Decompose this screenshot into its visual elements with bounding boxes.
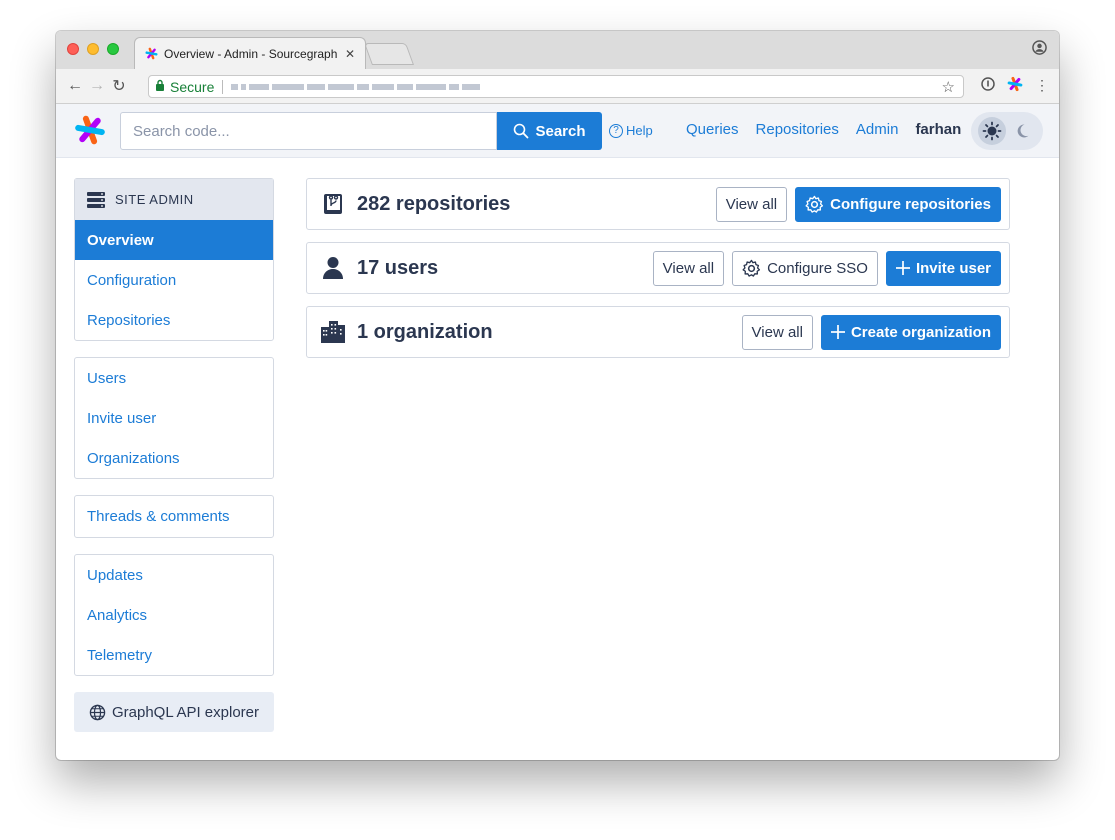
sidebar-group-site: SITE ADMIN Overview Configuration Reposi… — [74, 178, 274, 341]
users-count-title: 17 users — [357, 256, 439, 279]
sidebar-item-analytics[interactable]: Analytics — [75, 595, 273, 635]
admin-sidebar: SITE ADMIN Overview Configuration Reposi… — [74, 178, 274, 732]
sidebar-item-repositories[interactable]: Repositories — [75, 300, 273, 340]
browser-tab[interactable]: Overview - Admin - Sourcegraph ✕ — [134, 37, 366, 69]
help-label: Help — [626, 123, 653, 138]
search-button[interactable]: Search — [497, 112, 602, 150]
sourcegraph-extension-icon[interactable] — [1007, 76, 1023, 95]
user-icon — [321, 256, 345, 280]
extension-icons: ⋮ — [981, 76, 1049, 95]
sidebar-header: SITE ADMIN — [75, 179, 273, 220]
globe-icon — [89, 704, 106, 720]
organizations-card: 1 organization View all Create organizat… — [306, 306, 1010, 358]
sidebar-item-overview[interactable]: Overview — [75, 220, 273, 260]
configure-repositories-label: Configure repositories — [830, 195, 991, 213]
graphql-explorer-label: GraphQL API explorer — [111, 703, 260, 721]
search-input[interactable] — [120, 112, 497, 150]
theme-toggle[interactable] — [971, 112, 1043, 150]
forward-arrow-icon[interactable]: → — [86, 77, 108, 95]
sidebar-item-users[interactable]: Users — [75, 358, 273, 398]
question-circle-icon: ? — [609, 123, 623, 138]
profile-icon[interactable] — [1032, 40, 1047, 59]
nav-link-admin[interactable]: Admin — [856, 121, 899, 138]
tab-strip: Overview - Admin - Sourcegraph ✕ — [56, 31, 1059, 69]
help-link[interactable]: ? Help — [609, 123, 653, 138]
nav-link-queries[interactable]: Queries — [686, 121, 739, 138]
sidebar-group-system: Updates Analytics Telemetry — [74, 554, 274, 676]
users-view-all-button[interactable]: View all — [652, 250, 725, 286]
repositories-view-all-button[interactable]: View all — [715, 186, 788, 222]
configure-repositories-button[interactable]: Configure repositories — [795, 186, 1001, 222]
lock-icon — [155, 79, 165, 94]
sun-icon[interactable] — [978, 117, 1006, 145]
sidebar-item-organizations[interactable]: Organizations — [75, 438, 273, 478]
reload-icon[interactable]: ↻ — [108, 76, 130, 96]
browser-window: Overview - Admin - Sourcegraph ✕ ← → ↻ S… — [56, 31, 1059, 760]
sidebar-group-users: Users Invite user Organizations — [74, 357, 274, 479]
nav-links: Queries Repositories Admin farhan — [686, 121, 961, 138]
sidebar-item-updates[interactable]: Updates — [75, 555, 273, 595]
graphql-explorer-button[interactable]: GraphQL API explorer — [74, 692, 274, 732]
plus-icon — [830, 325, 845, 339]
invite-user-label: Invite user — [915, 259, 991, 277]
gear-icon — [742, 259, 761, 277]
plus-icon — [895, 261, 910, 275]
sidebar-item-invite-user[interactable]: Invite user — [75, 398, 273, 438]
bookmark-star-icon[interactable]: ☆ — [942, 78, 955, 96]
users-card: 17 users View all Configure SSO Invite u… — [306, 242, 1010, 294]
sidebar-item-configuration[interactable]: Configuration — [75, 260, 273, 300]
address-bar: ← → ↻ Secure ☆ ⋮ — [56, 69, 1059, 104]
invite-user-button[interactable]: Invite user — [885, 250, 1001, 286]
blurred-url — [231, 83, 481, 90]
building-icon — [321, 320, 345, 344]
gear-icon — [805, 195, 824, 213]
organizations-view-all-button[interactable]: View all — [741, 314, 813, 350]
configure-sso-label: Configure SSO — [767, 259, 868, 277]
create-organization-label: Create organization — [850, 323, 991, 341]
sourcegraph-favicon-icon — [145, 47, 158, 60]
close-window-button[interactable] — [67, 43, 79, 55]
repositories-count-title: 282 repositories — [357, 192, 511, 215]
tab-title: Overview - Admin - Sourcegraph — [164, 46, 338, 61]
sidebar-item-threads-comments[interactable]: Threads & comments — [75, 496, 273, 537]
organizations-count-title: 1 organization — [357, 320, 493, 343]
url-separator — [222, 79, 224, 94]
user-menu-username[interactable]: farhan — [915, 121, 961, 138]
repo-icon — [321, 192, 345, 216]
server-icon — [87, 191, 105, 208]
create-organization-button[interactable]: Create organization — [820, 314, 1001, 350]
search-icon — [514, 123, 529, 139]
sourcegraph-logo-icon[interactable] — [74, 114, 106, 146]
sidebar-item-telemetry[interactable]: Telemetry — [75, 635, 273, 675]
nav-link-repositories[interactable]: Repositories — [756, 121, 839, 138]
repositories-card: 282 repositories View all Configure repo… — [306, 178, 1010, 230]
moon-icon[interactable] — [1008, 117, 1036, 145]
url-field[interactable]: Secure ☆ — [148, 75, 964, 98]
tab-close-icon[interactable]: ✕ — [345, 47, 355, 61]
overview-main: 282 repositories View all Configure repo… — [306, 178, 1010, 370]
sidebar-header-label: SITE ADMIN — [115, 192, 194, 207]
browser-menu-icon[interactable]: ⋮ — [1035, 77, 1049, 94]
maximize-window-button[interactable] — [107, 43, 119, 55]
minimize-window-button[interactable] — [87, 43, 99, 55]
new-tab-button[interactable] — [363, 43, 415, 65]
back-arrow-icon[interactable]: ← — [64, 77, 86, 95]
secure-label: Secure — [170, 78, 215, 95]
app-navbar: Search ? Help Queries Repositories Admin… — [56, 104, 1059, 158]
sidebar-group-threads: Threads & comments — [74, 495, 274, 538]
info-extension-icon[interactable] — [981, 77, 995, 94]
search-button-label: Search — [535, 122, 586, 140]
configure-sso-button[interactable]: Configure SSO — [732, 250, 878, 286]
